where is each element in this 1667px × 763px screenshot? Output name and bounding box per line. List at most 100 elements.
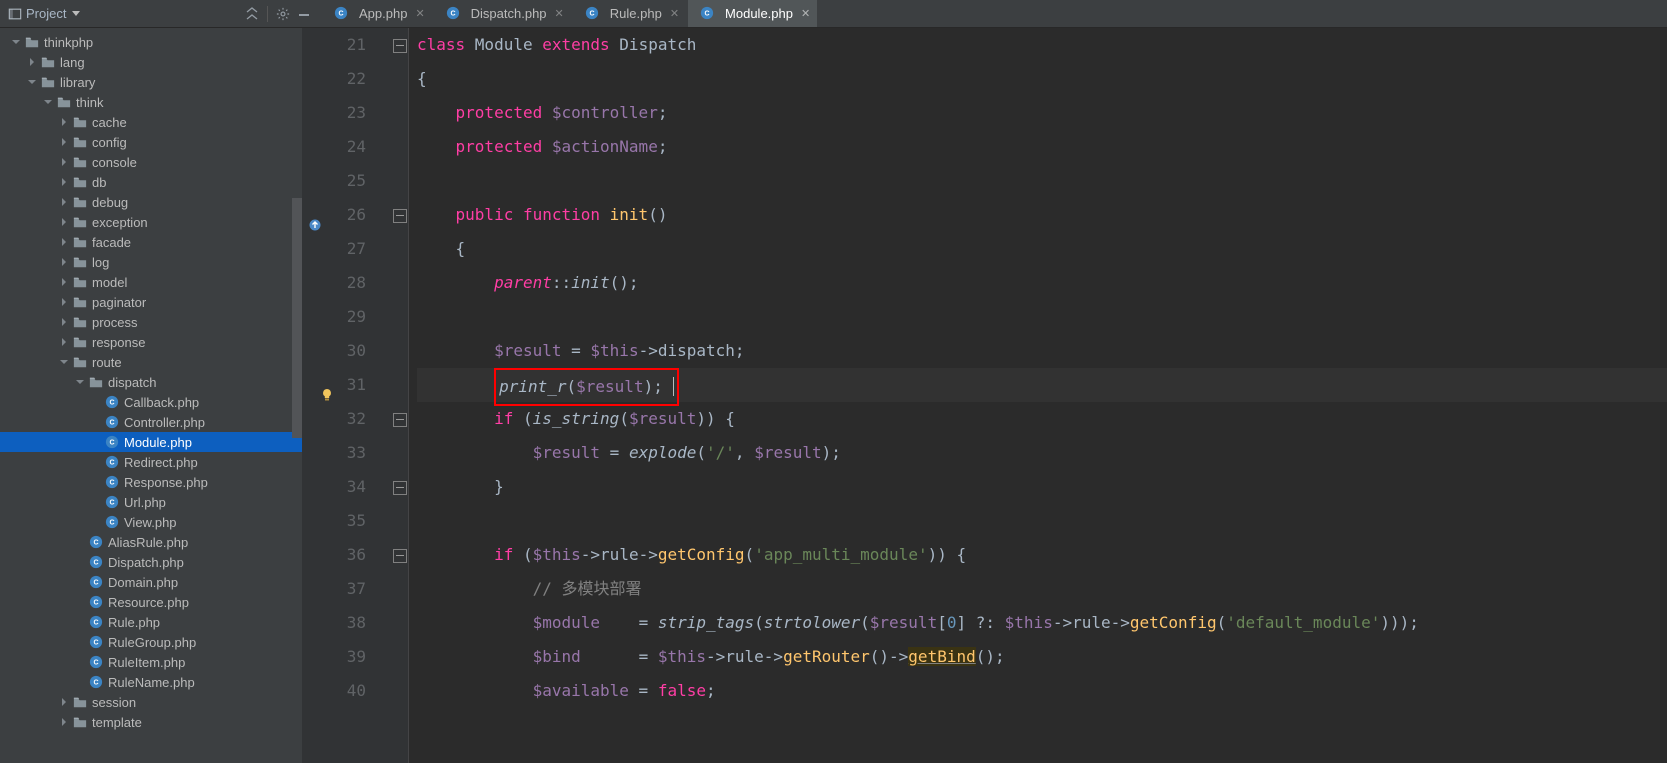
tree-file[interactable]: CView.php (0, 512, 302, 532)
chevron-icon[interactable] (58, 318, 70, 326)
chevron-icon[interactable] (26, 58, 38, 66)
code-line[interactable] (417, 300, 1667, 334)
chevron-icon[interactable] (58, 218, 70, 226)
tree-file[interactable]: CResponse.php (0, 472, 302, 492)
line-number[interactable]: 35 (302, 504, 366, 538)
scrollbar-thumb[interactable] (292, 198, 302, 438)
chevron-icon[interactable] (10, 38, 22, 46)
chevron-icon[interactable] (58, 258, 70, 266)
code-line[interactable]: class Module extends Dispatch (417, 28, 1667, 62)
line-number[interactable]: 36 (302, 538, 366, 572)
line-number[interactable]: 34 (302, 470, 366, 504)
code-line[interactable]: $result = $this->dispatch; (417, 334, 1667, 368)
close-icon[interactable]: ✕ (801, 7, 810, 20)
line-number[interactable]: 24 (302, 130, 366, 164)
hide-tool-button[interactable] (298, 8, 310, 20)
intention-bulb-icon[interactable] (320, 378, 334, 412)
line-number[interactable]: 29 (302, 300, 366, 334)
code-line[interactable]: protected $actionName; (417, 130, 1667, 164)
chevron-icon[interactable] (58, 718, 70, 726)
code-line[interactable]: public function init() (417, 198, 1667, 232)
tree-file[interactable]: CDomain.php (0, 572, 302, 592)
tree-folder[interactable]: library (0, 72, 302, 92)
line-number[interactable]: 25 (302, 164, 366, 198)
tree-file[interactable]: CUrl.php (0, 492, 302, 512)
line-number[interactable]: 38 (302, 606, 366, 640)
tree-file[interactable]: CResource.php (0, 592, 302, 612)
line-number[interactable]: 31 (302, 368, 366, 402)
chevron-icon[interactable] (58, 358, 70, 366)
line-gutter[interactable]: 2122232425262728293031323334353637383940 (302, 28, 390, 763)
code-editor[interactable]: 2122232425262728293031323334353637383940… (302, 28, 1667, 763)
tree-folder[interactable]: think (0, 92, 302, 112)
chevron-icon[interactable] (58, 698, 70, 706)
close-icon[interactable]: ✕ (670, 7, 679, 20)
tree-folder[interactable]: process (0, 312, 302, 332)
editor-tab[interactable]: CModule.php✕ (688, 0, 817, 27)
code-line[interactable]: $module = strip_tags(strtolower($result[… (417, 606, 1667, 640)
editor-tab[interactable]: CRule.php✕ (573, 0, 686, 27)
tree-folder[interactable]: paginator (0, 292, 302, 312)
tree-folder[interactable]: console (0, 152, 302, 172)
chevron-icon[interactable] (58, 338, 70, 346)
chevron-icon[interactable] (74, 378, 86, 386)
tree-folder[interactable]: debug (0, 192, 302, 212)
tree-folder[interactable]: model (0, 272, 302, 292)
code-line[interactable]: protected $controller; (417, 96, 1667, 130)
tree-file[interactable]: CRuleName.php (0, 672, 302, 692)
fold-column[interactable] (390, 28, 409, 763)
line-number[interactable]: 40 (302, 674, 366, 708)
code-line[interactable]: if (is_string($result)) { (417, 402, 1667, 436)
chevron-icon[interactable] (58, 198, 70, 206)
chevron-icon[interactable] (58, 238, 70, 246)
fold-toggle[interactable] (393, 413, 407, 427)
line-number[interactable]: 23 (302, 96, 366, 130)
tree-folder[interactable]: exception (0, 212, 302, 232)
close-icon[interactable]: ✕ (415, 7, 424, 20)
chevron-icon[interactable] (58, 298, 70, 306)
tree-file[interactable]: CAliasRule.php (0, 532, 302, 552)
tree-folder[interactable]: db (0, 172, 302, 192)
project-tool-button[interactable]: Project (8, 6, 80, 21)
code-area[interactable]: class Module extends Dispatch{ protected… (409, 28, 1667, 763)
tree-folder[interactable]: session (0, 692, 302, 712)
tree-file[interactable]: CRedirect.php (0, 452, 302, 472)
tree-file[interactable]: CModule.php (0, 432, 302, 452)
line-number[interactable]: 33 (302, 436, 366, 470)
tree-file[interactable]: CCallback.php (0, 392, 302, 412)
line-number[interactable]: 39 (302, 640, 366, 674)
code-line[interactable] (417, 164, 1667, 198)
tree-folder[interactable]: lang (0, 52, 302, 72)
tree-file[interactable]: CController.php (0, 412, 302, 432)
tree-folder[interactable]: log (0, 252, 302, 272)
code-line[interactable]: { (417, 232, 1667, 266)
project-tree[interactable]: thinkphplanglibrarythinkcacheconfigconso… (0, 28, 302, 763)
line-number[interactable]: 21 (302, 28, 366, 62)
chevron-icon[interactable] (58, 158, 70, 166)
tree-file[interactable]: CDispatch.php (0, 552, 302, 572)
chevron-icon[interactable] (26, 78, 38, 86)
editor-tab[interactable]: CApp.php✕ (322, 0, 432, 27)
fold-toggle[interactable] (393, 209, 407, 223)
line-number[interactable]: 22 (302, 62, 366, 96)
tree-folder[interactable]: thinkphp (0, 32, 302, 52)
code-line[interactable] (417, 504, 1667, 538)
chevron-icon[interactable] (58, 178, 70, 186)
settings-button[interactable] (276, 7, 290, 21)
tree-folder[interactable]: response (0, 332, 302, 352)
tree-folder[interactable]: facade (0, 232, 302, 252)
tree-folder[interactable]: config (0, 132, 302, 152)
chevron-icon[interactable] (58, 118, 70, 126)
tree-folder[interactable]: route (0, 352, 302, 372)
code-line[interactable]: { (417, 62, 1667, 96)
editor-tab[interactable]: CDispatch.php✕ (434, 0, 571, 27)
fold-toggle[interactable] (393, 39, 407, 53)
tree-file[interactable]: CRule.php (0, 612, 302, 632)
tree-folder[interactable]: cache (0, 112, 302, 132)
tree-file[interactable]: CRuleItem.php (0, 652, 302, 672)
collapse-all-button[interactable] (245, 7, 259, 21)
code-line[interactable]: } (417, 470, 1667, 504)
code-line[interactable]: $available = false; (417, 674, 1667, 708)
fold-toggle[interactable] (393, 549, 407, 563)
code-line[interactable]: parent::init(); (417, 266, 1667, 300)
